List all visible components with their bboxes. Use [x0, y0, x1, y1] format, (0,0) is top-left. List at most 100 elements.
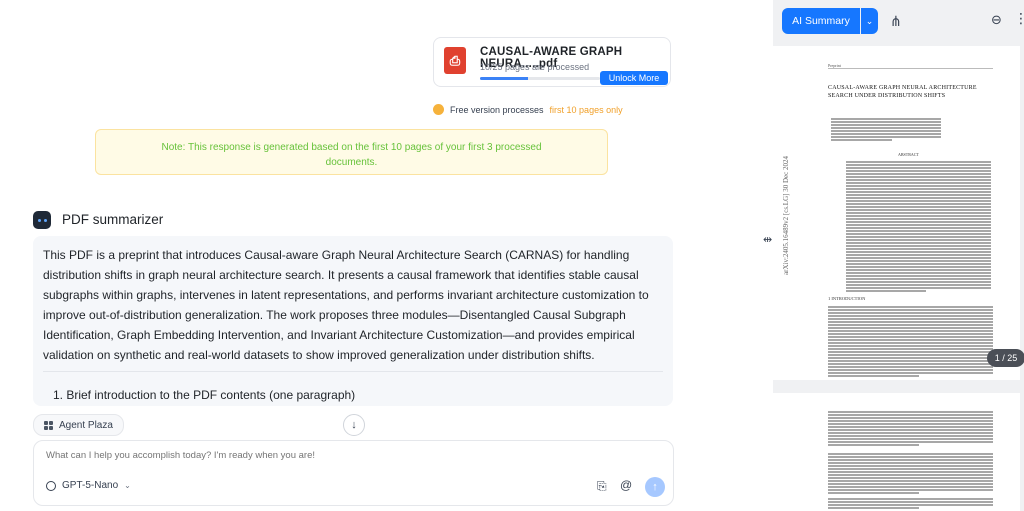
ai-summary-button[interactable]: AI Summary — [782, 8, 860, 34]
processing-progress-bar — [480, 77, 600, 80]
pdf-icon: ⎙ — [444, 47, 466, 74]
resize-icon[interactable]: ⇹ — [763, 233, 772, 246]
model-icon — [46, 480, 56, 491]
text-line — [846, 182, 991, 184]
model-name: GPT-5-Nano — [62, 480, 119, 491]
text-line — [828, 465, 993, 467]
text-line — [846, 236, 991, 238]
text-line — [846, 290, 926, 292]
pdf-file-card[interactable]: ⎙ CAUSAL-AWARE GRAPH NEURA.....pdf 10/25… — [433, 37, 671, 87]
chat-input[interactable] — [44, 449, 648, 462]
text-line — [831, 118, 941, 120]
agent-plaza-button[interactable]: Agent Plaza — [33, 414, 124, 436]
text-line — [846, 200, 991, 202]
text-line — [846, 284, 991, 286]
text-line — [828, 321, 993, 323]
text-line — [846, 275, 991, 277]
text-line — [846, 278, 991, 280]
text-line — [828, 357, 993, 359]
chevron-down-icon: ⌄ — [124, 481, 131, 490]
text-line — [828, 354, 993, 356]
text-line — [828, 333, 993, 335]
text-line — [846, 212, 991, 214]
text-line — [846, 176, 991, 178]
model-selector[interactable]: GPT-5-Nano ⌄ — [46, 480, 131, 491]
text-line — [846, 251, 991, 253]
text-line — [828, 309, 993, 311]
chevron-down-icon[interactable]: ⌄ — [861, 8, 878, 34]
text-line — [846, 227, 991, 229]
text-line — [846, 287, 991, 289]
text-line — [846, 191, 991, 193]
text-line — [828, 471, 993, 473]
share-icon[interactable]: ⋔ — [890, 13, 902, 30]
page-indicator: 1 / 25 — [987, 349, 1024, 367]
text-line — [831, 130, 941, 132]
text-line — [846, 194, 991, 196]
text-line — [831, 127, 941, 129]
text-line — [846, 260, 991, 262]
pdf-page-1[interactable]: arXiv:2405.16489v2 [cs.LG] 30 Dec 2024 P… — [773, 46, 1020, 380]
free-notice-highlight: first 10 pages only — [549, 104, 623, 115]
text-line — [846, 167, 991, 169]
text-line — [846, 230, 991, 232]
text-line — [828, 312, 993, 314]
send-icon[interactable]: ↑ — [645, 477, 665, 497]
text-line — [828, 375, 919, 377]
text-line — [828, 435, 993, 437]
unlock-more-button[interactable]: Unlock More — [600, 71, 668, 85]
text-line — [828, 480, 993, 482]
grid-icon — [44, 420, 53, 430]
bot-name: PDF summarizer — [62, 212, 164, 227]
pdf-viewer-panel: AI Summary ⌄ ⋔ ⊖ ⋮ arXiv:2405.16489v2 [c… — [773, 0, 1024, 511]
text-line — [828, 348, 993, 350]
bulb-icon — [433, 104, 444, 115]
text-line — [846, 173, 991, 175]
text-line — [828, 363, 993, 365]
panel-splitter[interactable] — [757, 0, 773, 511]
text-line — [846, 263, 991, 265]
text-line — [846, 248, 991, 250]
text-line — [846, 218, 991, 220]
text-line — [828, 426, 993, 428]
more-icon[interactable]: ⋮ — [1014, 10, 1024, 27]
text-line — [828, 507, 919, 509]
text-line — [846, 254, 991, 256]
text-line — [828, 477, 993, 479]
answer-paragraph: This PDF is a preprint that introduces C… — [43, 248, 649, 362]
free-version-notice: Free version processes first 10 pages on… — [433, 104, 623, 115]
agent-plaza-label: Agent Plaza — [59, 419, 113, 431]
text-line — [846, 215, 991, 217]
text-line — [846, 179, 991, 181]
text-line — [846, 224, 991, 226]
text-line — [828, 453, 993, 455]
text-line — [828, 456, 993, 458]
text-line — [846, 269, 991, 271]
answer-bubble: This PDF is a preprint that introduces C… — [33, 236, 673, 406]
paper-text-lines — [773, 393, 1020, 511]
text-line — [846, 203, 991, 205]
text-line — [828, 372, 993, 374]
attach-icon[interactable]: ⎘ — [597, 479, 607, 494]
text-line — [831, 121, 941, 123]
zoom-out-icon[interactable]: ⊖ — [991, 12, 1002, 28]
chat-panel: ⎙ CAUSAL-AWARE GRAPH NEURA.....pdf 10/25… — [0, 0, 757, 511]
intro-heading: 1 INTRODUCTION — [828, 296, 866, 301]
text-line — [828, 501, 993, 503]
text-line — [828, 351, 993, 353]
text-line — [828, 468, 993, 470]
arrow-down-icon[interactable]: ↓ — [343, 414, 365, 436]
text-line — [831, 124, 941, 126]
text-line — [828, 420, 993, 422]
pdf-page-2[interactable] — [773, 393, 1020, 511]
text-line — [831, 139, 892, 141]
text-line — [828, 360, 993, 362]
text-line — [828, 498, 993, 500]
text-line — [828, 432, 993, 434]
text-line — [828, 369, 993, 371]
text-line — [828, 327, 993, 329]
at-icon[interactable]: @ — [620, 478, 632, 492]
text-line — [846, 206, 991, 208]
text-line — [828, 444, 919, 446]
text-line — [828, 339, 993, 341]
